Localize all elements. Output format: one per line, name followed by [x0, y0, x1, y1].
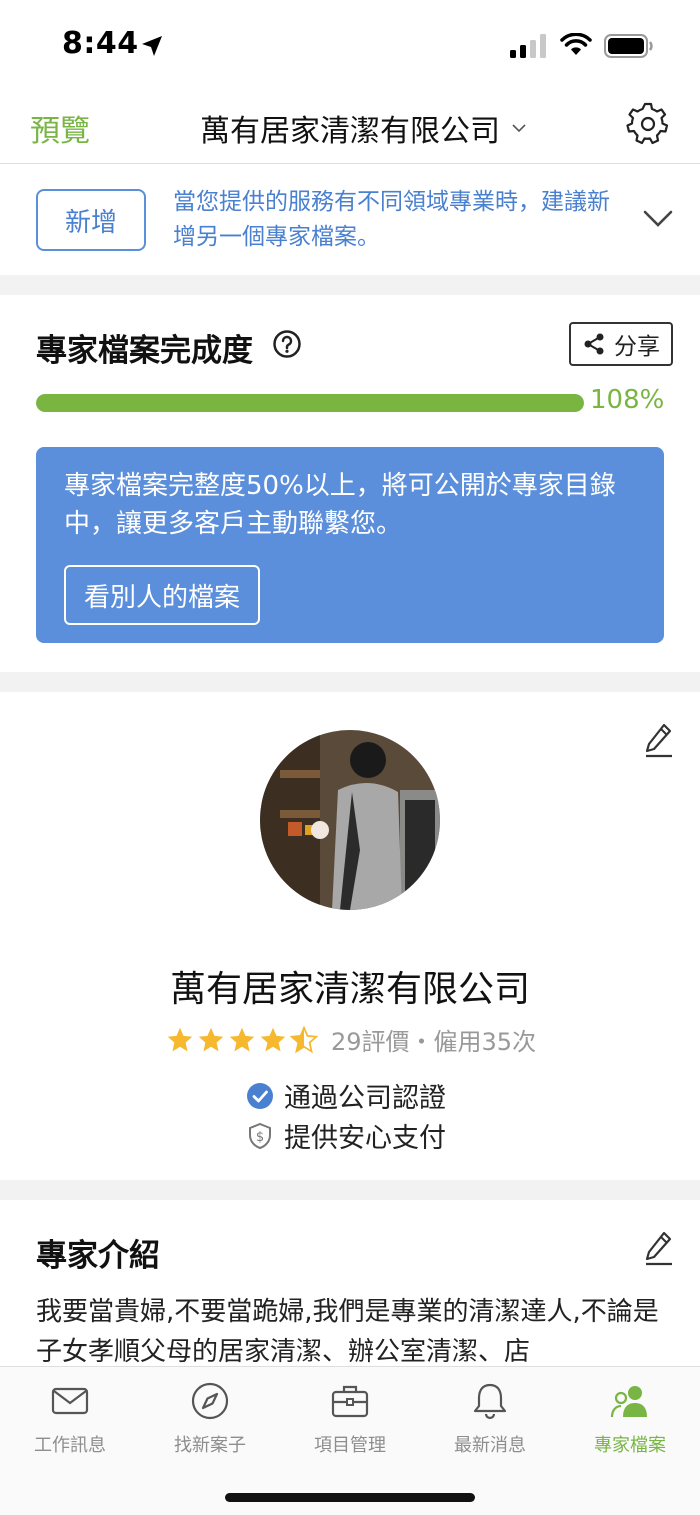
- status-time: 8:44: [62, 26, 139, 61]
- avatar: [260, 730, 440, 910]
- preview-link[interactable]: 預覽: [30, 106, 90, 150]
- intro-title: 專家介紹: [36, 1238, 160, 1274]
- notice-banner: 新增 當您提供的服務有不同領域專業時，建議新增另一個專家檔案。: [0, 165, 700, 275]
- cellular-signal-icon: [510, 34, 546, 58]
- tab-latest-news[interactable]: 最新消息: [420, 1381, 560, 1461]
- status-bar: 8:44: [0, 0, 700, 90]
- share-label: 分享: [614, 334, 660, 360]
- user-group-icon: [610, 1386, 647, 1418]
- completion-card: 專家檔案完成度 分享 108% 專家檔案完整度50%以上，將可公開於專家目錄中，…: [0, 295, 700, 672]
- star-full-icon: [198, 1027, 224, 1051]
- company-verified-row: 通過公司認證: [246, 1076, 446, 1115]
- completion-info-text: 專家檔案完整度50%以上，將可公開於專家目錄中，讓更多客戶主動聯繫您。: [64, 471, 616, 539]
- add-profile-button[interactable]: 新增: [36, 189, 146, 251]
- section-divider: [0, 1180, 700, 1200]
- completion-percent: 108%: [590, 385, 665, 415]
- completion-title: 專家檔案完成度: [36, 333, 253, 369]
- star-full-icon: [260, 1027, 286, 1051]
- profile-card: 萬有居家清潔有限公司 29評價・僱用35次 通過公司認證 $ 提供安心支付: [0, 692, 700, 1180]
- section-divider: [0, 275, 700, 295]
- bottom-tab-bar: 工作訊息 找新案子 項目管理 最新消息 專家檔案: [0, 1366, 700, 1515]
- chevron-down-icon: [512, 124, 526, 133]
- completion-progress-bar: [36, 394, 584, 412]
- briefcase-icon: [331, 1385, 369, 1418]
- home-indicator: [225, 1493, 475, 1502]
- notice-text: 當您提供的服務有不同領域專業時，建議新增另一個專家檔案。: [173, 189, 610, 250]
- completion-info-box: 專家檔案完整度50%以上，將可公開於專家目錄中，讓更多客戶主動聯繫您。 看別人的…: [36, 447, 664, 643]
- intro-text: 我要當貴婦,不要當跪婦,我們是專業的清潔達人,不論是子女孝順父母的居家清潔、辦公…: [36, 1297, 659, 1366]
- secure-payment-row: $ 提供安心支付: [246, 1116, 446, 1155]
- tab-label: 專家檔案: [594, 1435, 666, 1456]
- wifi-icon: [560, 33, 592, 55]
- nav-bar: 預覽 萬有居家清潔有限公司: [0, 90, 700, 164]
- company-switcher[interactable]: 萬有居家清潔有限公司: [200, 106, 528, 150]
- shield-dollar-icon: $: [249, 1122, 271, 1149]
- edit-pencil-icon[interactable]: [644, 1230, 674, 1266]
- tab-work-messages[interactable]: 工作訊息: [0, 1381, 140, 1461]
- payment-text: 提供安心支付: [284, 1123, 446, 1154]
- help-icon[interactable]: [272, 329, 302, 359]
- star-full-icon: [167, 1027, 193, 1051]
- star-half-icon: [290, 1025, 318, 1053]
- edit-pencil-icon[interactable]: [644, 722, 674, 758]
- view-others-profiles-button[interactable]: 看別人的檔案: [64, 565, 261, 625]
- chevron-down-icon[interactable]: [640, 203, 676, 233]
- company-title: 萬有居家清潔有限公司: [200, 114, 500, 149]
- tab-label: 最新消息: [454, 1435, 526, 1456]
- tab-label: 項目管理: [314, 1435, 386, 1456]
- share-icon: [584, 333, 604, 355]
- tab-label: 工作訊息: [34, 1435, 106, 1456]
- share-button[interactable]: 分享: [569, 322, 673, 366]
- gear-icon[interactable]: [625, 101, 671, 147]
- section-divider: [0, 672, 700, 692]
- expert-intro-section: 專家介紹 我要當貴婦,不要當跪婦,我們是專業的清潔達人,不論是子女孝順父母的居家…: [0, 1200, 700, 1366]
- tab-find-cases[interactable]: 找新案子: [140, 1381, 280, 1461]
- rating-summary: 29評價・僱用35次: [331, 1028, 537, 1056]
- battery-icon: [604, 34, 653, 58]
- profile-company-name: 萬有居家清潔有限公司: [169, 969, 530, 1010]
- verified-check-icon: [247, 1082, 273, 1109]
- verified-text: 通過公司認證: [284, 1083, 446, 1114]
- tab-project-management[interactable]: 項目管理: [280, 1381, 420, 1461]
- compass-icon: [191, 1382, 229, 1420]
- tab-label: 找新案子: [174, 1435, 246, 1456]
- location-arrow-icon: [142, 36, 162, 56]
- mail-icon: [51, 1387, 89, 1415]
- bell-icon: [473, 1383, 507, 1420]
- tab-expert-profile[interactable]: 專家檔案: [560, 1381, 700, 1461]
- completion-progress-fill: [36, 394, 584, 412]
- rating-row: 29評價・僱用35次: [166, 1022, 536, 1057]
- svg-text:$: $: [256, 1130, 264, 1145]
- star-full-icon: [229, 1027, 255, 1051]
